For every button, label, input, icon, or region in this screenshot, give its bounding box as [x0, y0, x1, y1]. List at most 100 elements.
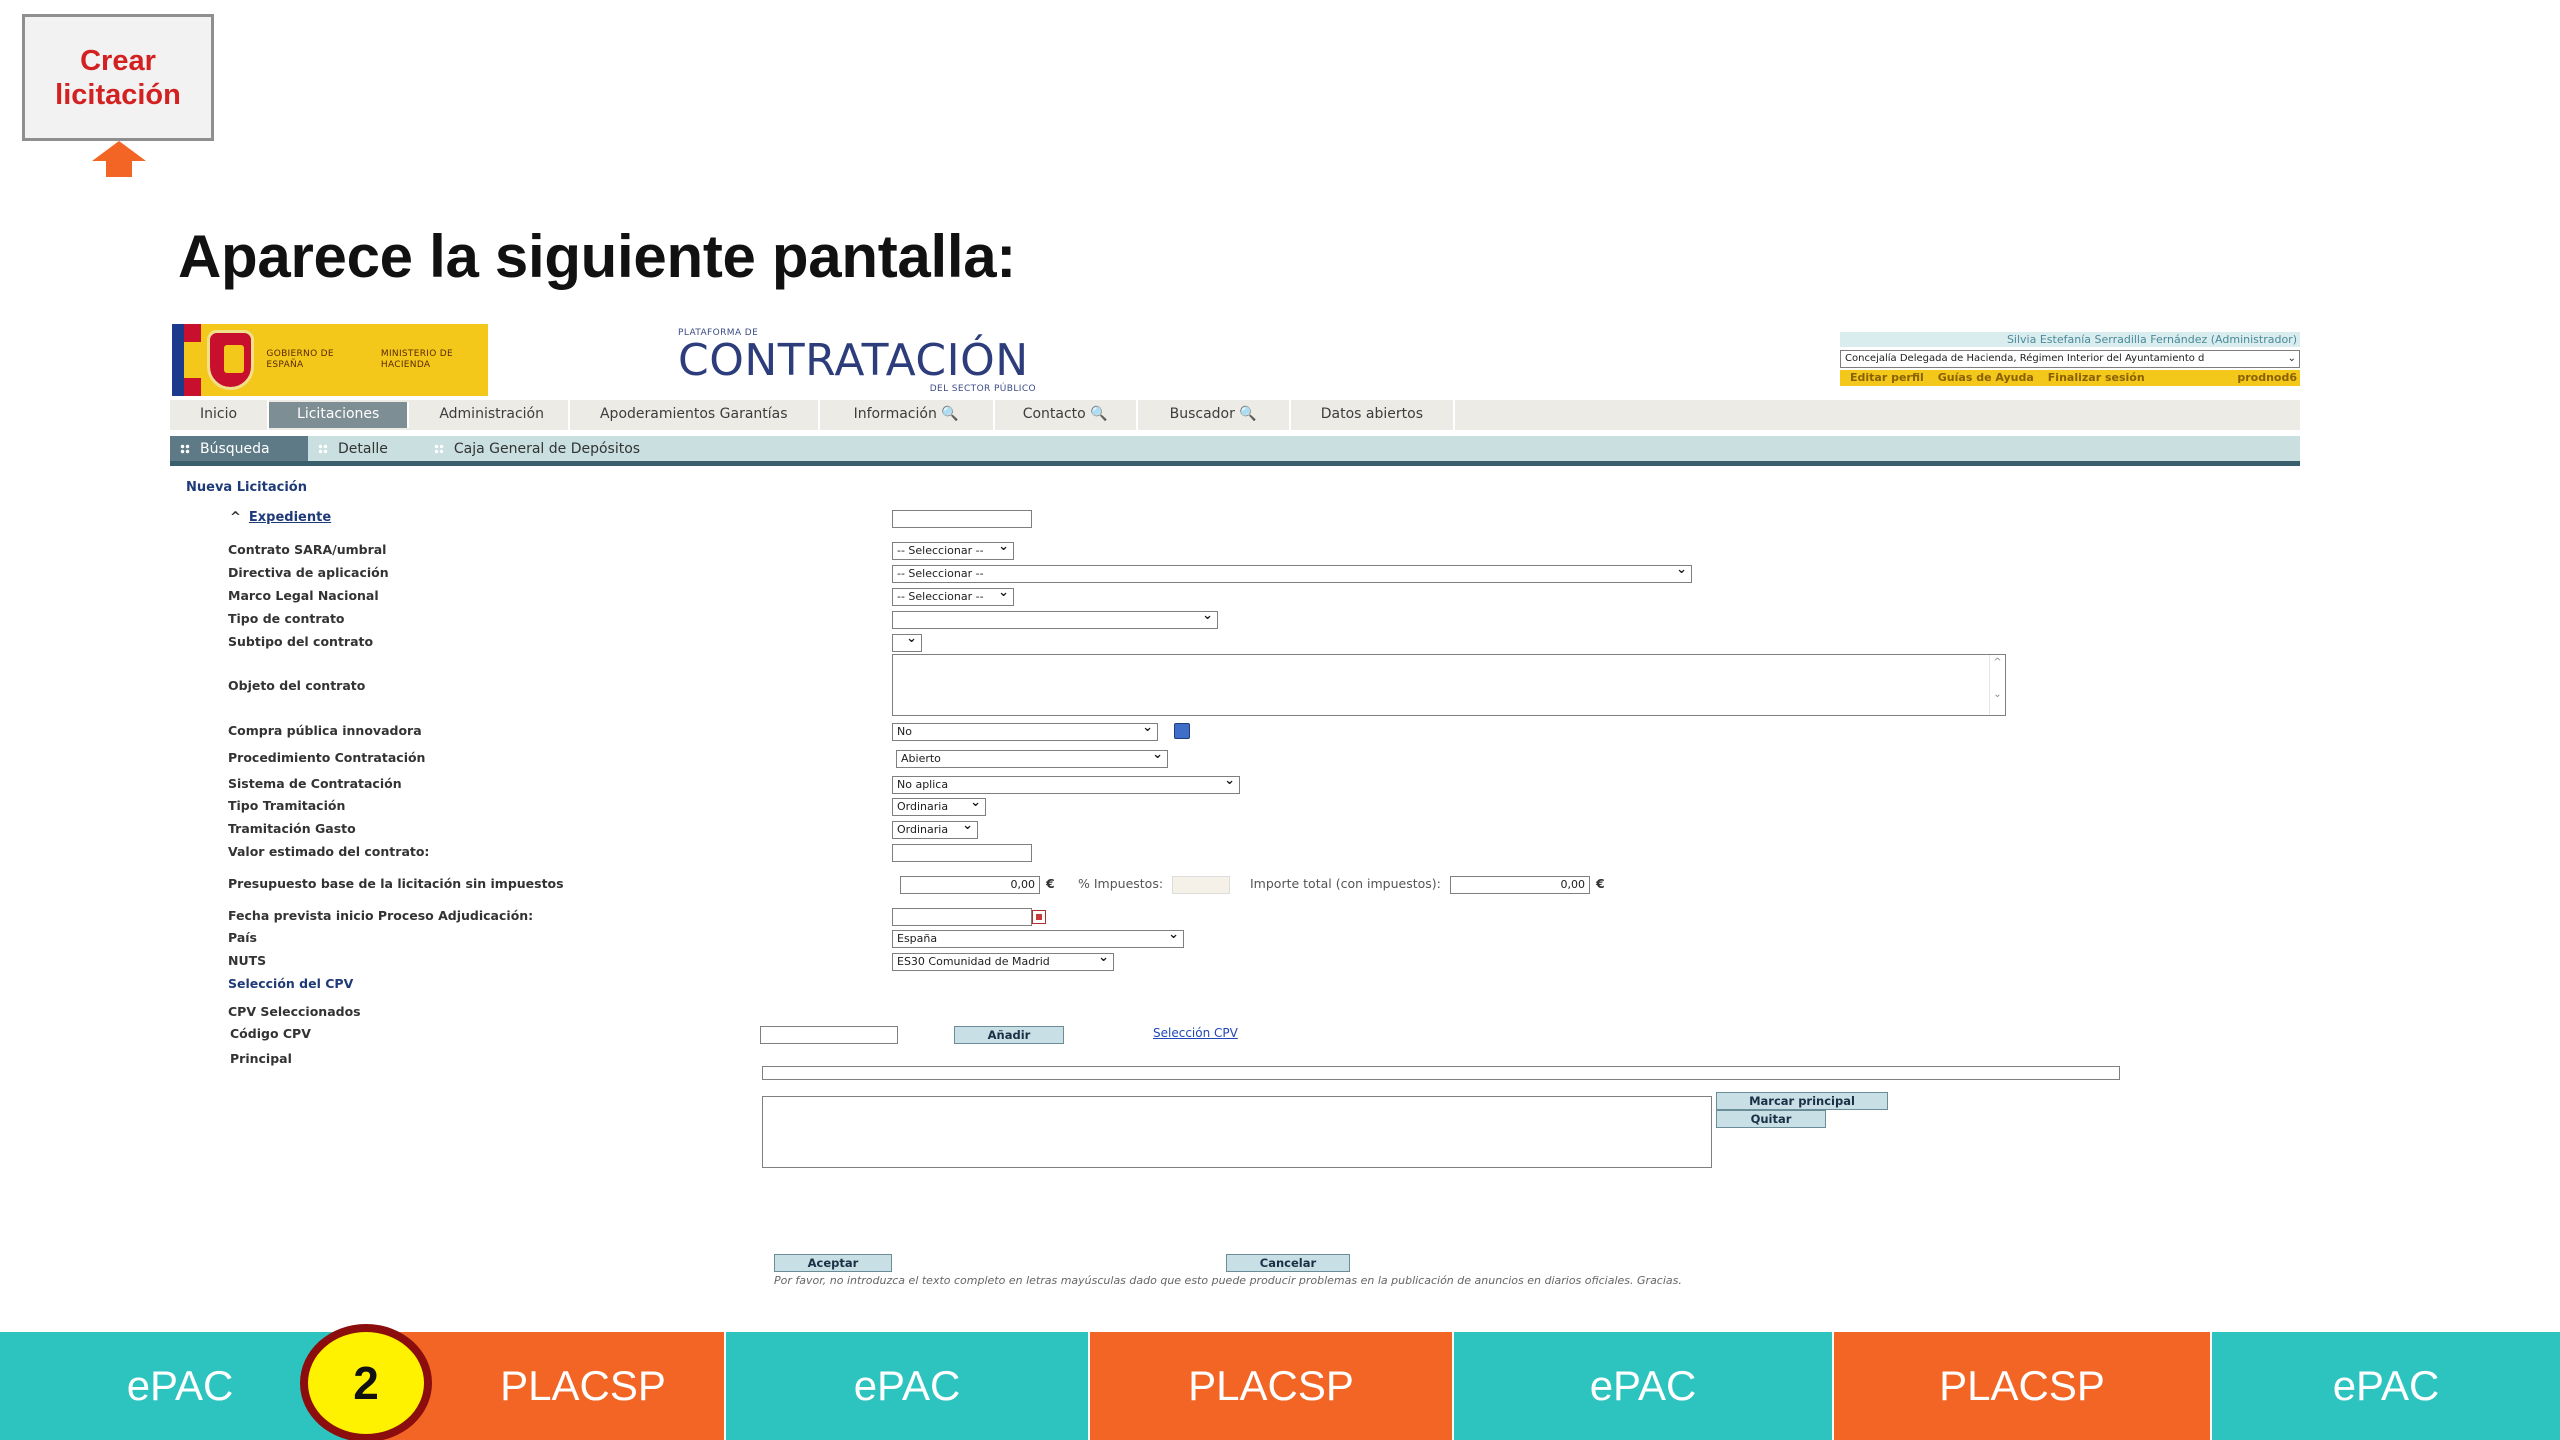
- label-tipo: Tipo de contrato: [228, 611, 345, 626]
- valor-estimado-input[interactable]: [892, 844, 1032, 862]
- tab-inicio[interactable]: Inicio: [170, 400, 270, 430]
- scrollbar[interactable]: ^ ⌄: [1989, 655, 2005, 715]
- expediente-input[interactable]: [892, 510, 1032, 528]
- step-badge: 2: [300, 1324, 432, 1440]
- tab-apoderamientos[interactable]: Apoderamientos Garantías: [570, 400, 820, 430]
- calendar-icon[interactable]: [1032, 910, 1046, 924]
- pais-select[interactable]: España: [892, 930, 1184, 948]
- editar-perfil-link[interactable]: Editar perfil: [1850, 370, 1924, 386]
- label-compra: Compra pública innovadora: [228, 723, 422, 738]
- user-name: Silvia Estefanía Serradilla Fernández (A…: [1840, 332, 2300, 347]
- sub-nav: Búsqueda Detalle Caja General de Depósit…: [170, 436, 2300, 466]
- arrow-up-icon: [92, 141, 146, 177]
- segment-epac-3: ePAC: [1454, 1332, 1834, 1440]
- label-fecha: Fecha prevista inicio Proceso Adjudicaci…: [228, 908, 534, 923]
- label-subtipo: Subtipo del contrato: [228, 634, 374, 649]
- label-directiva: Directiva de aplicación: [228, 565, 389, 580]
- label-objeto: Objeto del contrato: [228, 678, 366, 693]
- gobierno-logo: GOBIERNO DE ESPAÑA MINISTERIO DE HACIEND…: [172, 324, 488, 396]
- app-screenshot: GOBIERNO DE ESPAÑA MINISTERIO DE HACIEND…: [170, 322, 2300, 1302]
- codigo-cpv-input[interactable]: [760, 1026, 898, 1044]
- cancelar-button[interactable]: Cancelar: [1226, 1254, 1350, 1272]
- tab-datos-abiertos[interactable]: Datos abiertos: [1291, 400, 1455, 430]
- spain-flag-icon: [172, 324, 202, 396]
- grip-icon: [433, 443, 444, 454]
- marcar-principal-button[interactable]: Marcar principal: [1716, 1092, 1888, 1110]
- plataforma-logo: PLATAFORMA DE CONTRATACIÓN DEL SECTOR PÚ…: [678, 328, 1038, 398]
- slide-title: Aparece la siguiente pantalla:: [178, 223, 1016, 290]
- segment-placsp-3: PLACSP: [1834, 1332, 2212, 1440]
- sistema-select[interactable]: No aplica: [892, 776, 1240, 794]
- label-procedimiento: Procedimiento Contratación: [228, 750, 426, 765]
- tab-administracion[interactable]: Administración: [415, 400, 570, 430]
- label-marco: Marco Legal Nacional: [228, 588, 379, 603]
- main-nav: Inicio Licitaciones Administración Apode…: [170, 400, 2300, 430]
- euro-label-2: €: [1596, 876, 1605, 891]
- nueva-licitacion-form: Nueva Licitación ^ Expediente Contrato SA…: [170, 480, 2300, 1300]
- guias-ayuda-link[interactable]: Guías de Ayuda: [1938, 370, 2034, 386]
- importe-total-label: Importe total (con impuestos):: [1250, 876, 1441, 891]
- quitar-button[interactable]: Quitar: [1716, 1110, 1826, 1128]
- expediente-link[interactable]: ^ Expediente: [230, 510, 331, 525]
- directiva-select[interactable]: -- Seleccionar --: [892, 565, 1692, 583]
- label-tramitacion: Tipo Tramitación: [228, 798, 346, 813]
- fecha-input[interactable]: [892, 908, 1032, 926]
- presupuesto-input[interactable]: 0,00: [900, 876, 1040, 894]
- tab-licitaciones[interactable]: Licitaciones: [269, 402, 410, 428]
- coat-of-arms-icon: [207, 330, 255, 390]
- tramitacion-select[interactable]: Ordinaria: [892, 798, 986, 816]
- organization-select[interactable]: Concejalía Delegada de Hacienda, Régimen…: [1840, 350, 2300, 368]
- principal-field: [762, 1066, 2120, 1080]
- subtipo-select[interactable]: [892, 634, 922, 652]
- sara-select[interactable]: -- Seleccionar --: [892, 542, 1014, 560]
- grip-icon: [318, 443, 328, 454]
- compra-select[interactable]: No: [892, 723, 1158, 741]
- brand-main: CONTRATACIÓN: [678, 335, 1029, 386]
- grip-icon: [180, 443, 190, 454]
- label-pais: País: [228, 930, 257, 945]
- tab-buscador[interactable]: Buscador 🔍: [1138, 400, 1291, 430]
- segment-placsp-2: PLACSP: [1090, 1332, 1454, 1440]
- user-links: Editar perfil Guías de Ayuda Finalizar s…: [1840, 370, 2300, 386]
- anadir-button[interactable]: Añadir: [954, 1026, 1064, 1044]
- label-nuts: NUTS: [228, 953, 267, 968]
- marco-select[interactable]: -- Seleccionar --: [892, 588, 1014, 606]
- nuts-select[interactable]: ES30 Comunidad de Madrid: [892, 953, 1114, 971]
- crear-licitacion-label: Crear licitación: [55, 44, 181, 111]
- tipo-contrato-select[interactable]: [892, 611, 1218, 629]
- impuestos-label: % Impuestos:: [1078, 876, 1164, 891]
- subtab-caja-depositos[interactable]: Caja General de Depósitos: [404, 436, 656, 461]
- label-gasto: Tramitación Gasto: [228, 821, 356, 836]
- label-principal: Principal: [230, 1051, 292, 1066]
- tab-informacion[interactable]: Información 🔍: [820, 400, 995, 430]
- label-presupuesto: Presupuesto base de la licitación sin im…: [228, 876, 564, 891]
- label-cpv-seleccionados: CPV Seleccionados: [228, 1004, 361, 1019]
- crear-licitacion-button[interactable]: Crear licitación: [22, 14, 214, 141]
- impuestos-input[interactable]: [1172, 876, 1230, 894]
- seleccion-cpv-link[interactable]: Selección CPV: [1153, 1026, 1238, 1040]
- label-codigo-cpv: Código CPV: [230, 1026, 311, 1041]
- cpv-list[interactable]: [762, 1096, 1712, 1168]
- chevron-down-icon: ⌄: [2287, 353, 2296, 364]
- segment-epac-2: ePAC: [726, 1332, 1090, 1440]
- importe-total-input[interactable]: 0,00: [1450, 876, 1590, 894]
- segment-epac-4: ePAC: [2212, 1332, 2560, 1440]
- section-title: Nueva Licitación: [186, 480, 307, 495]
- chevron-up-icon: ^: [230, 510, 241, 525]
- user-code: prodnod6: [2237, 371, 2297, 384]
- info-icon[interactable]: [1174, 723, 1190, 739]
- seleccion-cpv-heading: Selección del CPV: [228, 976, 354, 991]
- user-panel: Silvia Estefanía Serradilla Fernández (A…: [1840, 332, 2300, 386]
- euro-label: €: [1046, 876, 1055, 891]
- gasto-select[interactable]: Ordinaria: [892, 821, 978, 839]
- tab-contacto[interactable]: Contacto 🔍: [995, 400, 1138, 430]
- subtab-busqueda[interactable]: Búsqueda: [170, 436, 308, 461]
- procedimiento-select[interactable]: Abierto: [896, 750, 1168, 768]
- subtab-detalle[interactable]: Detalle: [308, 436, 404, 461]
- objeto-textarea[interactable]: ^ ⌄: [892, 654, 2006, 716]
- label-sistema: Sistema de Contratación: [228, 776, 402, 791]
- label-sara: Contrato SARA/umbral: [228, 542, 387, 557]
- finalizar-sesion-link[interactable]: Finalizar sesión: [2048, 370, 2145, 386]
- gov-line-2: MINISTERIO DE HACIENDA: [380, 349, 453, 370]
- aceptar-button[interactable]: Aceptar: [774, 1254, 892, 1272]
